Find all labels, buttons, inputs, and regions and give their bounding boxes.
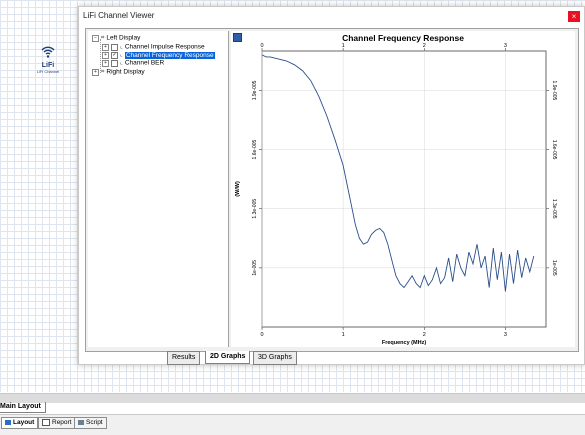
tree-node-label: Channel Impulse Response bbox=[124, 43, 205, 51]
expand-icon[interactable]: + bbox=[102, 51, 109, 59]
wifi-signal-icon bbox=[41, 46, 55, 58]
layout-tab-bar: Main Layout bbox=[0, 402, 585, 413]
tree-node-label: Channel Frequency Response bbox=[124, 51, 215, 59]
tree-node-label: Left Display bbox=[106, 34, 141, 42]
visibility-checkbox[interactable]: ✓ bbox=[111, 51, 118, 59]
tab-3d-graphs[interactable]: 3D Graphs bbox=[253, 351, 297, 365]
tree-node-frequency-response[interactable]: + ✓ ⌞ Channel Frequency Response bbox=[102, 51, 215, 59]
tree-node-label: Channel BER bbox=[124, 59, 165, 67]
lifi-app-icon[interactable]: LiFi LiFi Channel bbox=[34, 44, 62, 74]
graph-icon: ⌞ bbox=[120, 52, 123, 58]
tab-report-label: Report bbox=[52, 419, 72, 426]
x-tick-label-top: 0 bbox=[260, 43, 263, 49]
tab-script[interactable]: Script bbox=[74, 417, 107, 429]
y-tick-label-right: 1.3e-005 bbox=[551, 199, 557, 219]
y-tick-label: 1.6e-005 bbox=[252, 139, 258, 159]
x-tick-label-top: 1 bbox=[342, 43, 345, 49]
x-tick-label: 2 bbox=[423, 332, 426, 338]
viewer-body: − ⌗ Left Display + ⌞ Channel Impulse Respons… bbox=[85, 28, 579, 352]
y-axis-label: (W/W) bbox=[235, 181, 241, 197]
display-icon: ⌗ bbox=[101, 69, 105, 75]
x-axis-label: Frequency (MHz) bbox=[382, 340, 426, 346]
x-tick-label: 1 bbox=[342, 332, 345, 338]
y-tick-label: 1.9e-005 bbox=[252, 80, 258, 100]
tab-2d-graphs[interactable]: 2D Graphs bbox=[205, 351, 251, 364]
y-tick-label-right: 1.6e-005 bbox=[551, 140, 557, 160]
title-bar[interactable]: LiFi Channel Viewer × bbox=[79, 7, 584, 27]
tree-node-left-display[interactable]: − ⌗ Left Display bbox=[92, 34, 140, 42]
tree-node-channel-ber[interactable]: + ⌞ Channel BER bbox=[102, 59, 164, 67]
tab-layout[interactable]: Layout bbox=[1, 417, 39, 429]
plot-pane[interactable]: Channel Frequency Response 0 0 1 1 2 2 3 3 1e-00… bbox=[231, 31, 575, 347]
x-tick-label-top: 3 bbox=[504, 43, 507, 49]
graph-icon: ⌞ bbox=[120, 44, 123, 50]
display-tree[interactable]: − ⌗ Left Display + ⌞ Channel Impulse Respons… bbox=[88, 31, 229, 347]
tree-node-impulse-response[interactable]: + ⌞ Channel Impulse Response bbox=[102, 43, 205, 51]
x-tick-label: 3 bbox=[504, 332, 507, 338]
frequency-response-chart[interactable]: 0 0 1 1 2 2 3 3 1e-005 1e-005 1.3e-005 1.3e-005 1.6e… bbox=[231, 31, 575, 347]
expand-icon[interactable]: + bbox=[102, 59, 109, 67]
tree-node-label: Right Display bbox=[106, 68, 145, 76]
bottom-view-bar: Layout Report Script bbox=[0, 414, 585, 435]
collapse-icon[interactable]: − bbox=[92, 34, 99, 42]
tab-script-label: Script bbox=[86, 419, 103, 426]
lifi-viewer-window: LiFi Channel Viewer × − ⌗ Left Display + ⌞ C… bbox=[78, 6, 585, 365]
tab-main-layout[interactable]: Main Layout bbox=[0, 402, 46, 413]
x-tick-label: 0 bbox=[260, 332, 263, 338]
tab-results[interactable]: Results bbox=[167, 351, 201, 365]
y-tick-label: 1.3e-005 bbox=[252, 199, 258, 219]
y-tick-label-right: 1.9e-005 bbox=[551, 81, 557, 101]
graph-icon: ⌞ bbox=[120, 60, 123, 66]
lifi-logo-text: LiFi bbox=[41, 62, 55, 69]
y-tick-label-right: 1e-005 bbox=[551, 260, 557, 276]
display-icon: ⌗ bbox=[101, 35, 105, 41]
expand-icon[interactable]: + bbox=[92, 68, 99, 76]
tree-node-right-display[interactable]: + ⌗ Right Display bbox=[92, 68, 145, 76]
lifi-app-caption: LiFi Channel bbox=[36, 69, 60, 74]
tab-report[interactable]: Report bbox=[38, 417, 76, 429]
plot-area bbox=[261, 50, 547, 328]
report-icon bbox=[42, 418, 50, 426]
expand-icon[interactable]: + bbox=[102, 43, 109, 51]
script-icon bbox=[78, 419, 84, 425]
window-title: LiFi Channel Viewer bbox=[83, 11, 155, 20]
close-button[interactable]: × bbox=[568, 11, 580, 22]
layout-icon bbox=[5, 419, 11, 425]
x-tick-label-top: 2 bbox=[423, 43, 426, 49]
visibility-checkbox[interactable] bbox=[111, 43, 118, 51]
tab-layout-label: Layout bbox=[13, 419, 35, 426]
y-tick-label: 1e-005 bbox=[252, 260, 258, 276]
visibility-checkbox[interactable] bbox=[111, 59, 118, 67]
